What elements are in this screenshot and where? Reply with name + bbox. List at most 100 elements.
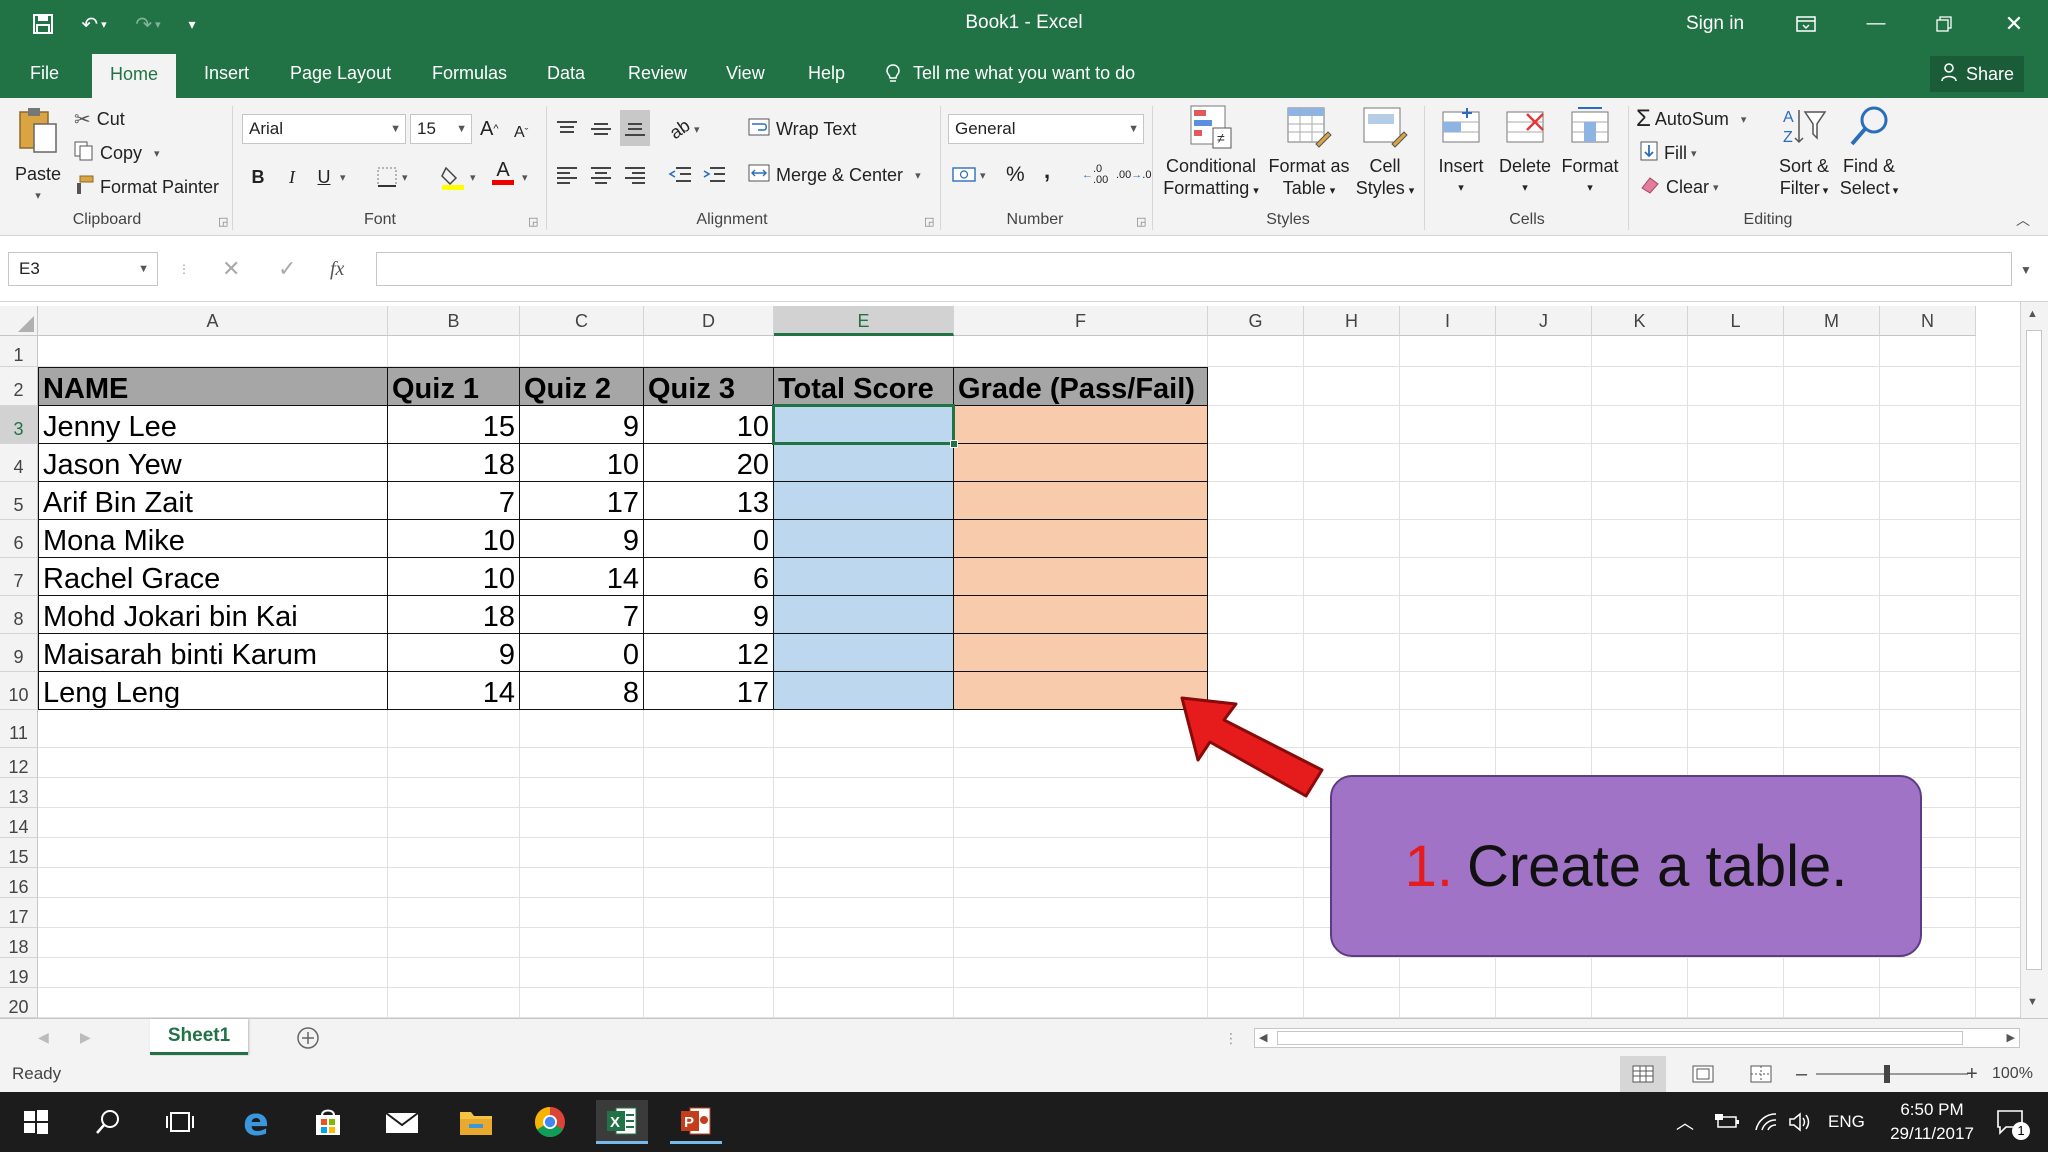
decrease-decimal-icon[interactable]: .00 → .0 [1116,160,1151,190]
percent-button[interactable]: % [1006,160,1025,190]
decrease-indent-icon[interactable] [668,160,692,190]
cell-quiz2[interactable]: 14 [520,558,644,596]
cancel-entry-icon[interactable]: ✕ [222,252,240,286]
expand-formula-bar-icon[interactable]: ▼ [2020,260,2032,280]
chrome-icon[interactable] [524,1100,576,1144]
column-header-m[interactable]: M [1784,306,1880,336]
cell-name[interactable]: Jason Yew [38,444,388,482]
row-header-4[interactable]: 4 [0,444,38,482]
row-header-12[interactable]: 12 [0,748,38,778]
cell-quiz1[interactable]: 14 [388,672,520,710]
clock[interactable]: 6:50 PM 29/11/2017 [1880,1092,1984,1152]
cell-grade[interactable] [954,406,1208,444]
cell-quiz3[interactable]: 17 [644,672,774,710]
delete-cells-button[interactable]: Delete ▾ [1494,104,1556,199]
cell-total-score[interactable] [774,634,954,672]
column-header-h[interactable]: H [1304,306,1400,336]
cell-grade[interactable] [954,596,1208,634]
prev-sheet-icon[interactable]: ◀ [38,1027,49,1047]
tab-data[interactable]: Data [543,48,589,98]
align-top-icon[interactable] [556,114,578,144]
zoom-in-icon[interactable]: + [1966,1056,1978,1092]
share-button[interactable]: Share [1930,56,2024,92]
confirm-entry-icon[interactable]: ✓ [278,252,296,286]
close-icon[interactable]: ✕ [1990,0,2038,48]
alignment-launcher-icon[interactable]: ◲ [924,215,934,228]
powerpoint-icon[interactable]: P [670,1100,722,1144]
underline-button[interactable]: U [314,162,334,192]
cell-quiz1[interactable]: 10 [388,520,520,558]
cell-total-score[interactable] [774,520,954,558]
zoom-slider-thumb[interactable] [1884,1065,1890,1083]
row-header-6[interactable]: 6 [0,520,38,558]
align-center-icon[interactable] [590,160,612,190]
restore-icon[interactable] [1920,0,1968,48]
copy-button[interactable]: Copy ▾ [74,140,160,166]
insert-function-button[interactable]: fx [330,252,344,286]
file-explorer-icon[interactable] [450,1100,502,1144]
select-all-corner[interactable] [0,306,38,336]
tab-view[interactable]: View [722,48,769,98]
format-cells-button[interactable]: Format ▾ [1558,104,1622,199]
new-sheet-icon[interactable] [296,1025,320,1051]
row-header-11[interactable]: 11 [0,710,38,748]
tray-chevron-icon[interactable]: ︿ [1676,1092,1694,1152]
column-header-d[interactable]: D [644,306,774,336]
row-header-19[interactable]: 19 [0,958,38,988]
fill-handle[interactable] [950,440,958,448]
borders-icon[interactable]: ▾ [376,162,408,192]
page-layout-view-icon[interactable] [1692,1056,1714,1092]
align-right-icon[interactable] [624,160,646,190]
clipboard-launcher-icon[interactable]: ◲ [218,215,228,228]
cell-quiz1[interactable]: 18 [388,596,520,634]
conditional-formatting-button[interactable]: ≠ Conditional Formatting ▾ [1160,104,1262,202]
mail-icon[interactable] [376,1100,428,1144]
number-launcher-icon[interactable]: ◲ [1136,215,1146,228]
active-cell-selection[interactable] [772,404,955,445]
cell-quiz3[interactable]: 0 [644,520,774,558]
column-header-g[interactable]: G [1208,306,1304,336]
column-header-k[interactable]: K [1592,306,1688,336]
column-header-a[interactable]: A [38,306,388,336]
cell-grade[interactable] [954,444,1208,482]
tab-help[interactable]: Help [804,48,849,98]
cell-quiz1[interactable]: 15 [388,406,520,444]
edge-icon[interactable]: e [230,1100,282,1144]
row-header-14[interactable]: 14 [0,808,38,838]
column-header-n[interactable]: N [1880,306,1976,336]
cell-quiz2[interactable]: 9 [520,520,644,558]
vertical-scroll-thumb[interactable] [2026,330,2042,970]
font-launcher-icon[interactable]: ◲ [528,215,538,228]
cell-name[interactable]: Arif Bin Zait [38,482,388,520]
row-header-8[interactable]: 8 [0,596,38,634]
paste-button[interactable]: Paste ▾ [10,106,66,207]
cell-quiz1[interactable]: 7 [388,482,520,520]
formula-input[interactable] [376,252,2012,286]
insert-cells-button[interactable]: Insert ▾ [1432,104,1490,199]
orientation-icon[interactable]: ab ▾ [666,114,700,144]
cut-button[interactable]: ✂ Cut [74,106,125,132]
zoom-slider[interactable] [1816,1073,1968,1075]
cell-quiz3[interactable]: 13 [644,482,774,520]
cell-total-score[interactable] [774,558,954,596]
decrease-font-icon[interactable]: Aˇ [514,120,528,146]
scroll-down-icon[interactable]: ▼ [2027,996,2038,1008]
underline-dropdown-icon[interactable]: ▾ [340,164,346,190]
cell-quiz3[interactable]: 20 [644,444,774,482]
row-header-10[interactable]: 10 [0,672,38,710]
font-color-icon[interactable]: A [492,160,514,192]
cell-grade[interactable] [954,558,1208,596]
header-cell-a[interactable]: NAME [38,367,388,406]
collapse-ribbon-icon[interactable]: ︿ [2016,210,2030,230]
sort-filter-button[interactable]: AZ Sort & Filter ▾ [1770,104,1838,202]
cell-total-score[interactable] [774,672,954,710]
row-header-5[interactable]: 5 [0,482,38,520]
cell-quiz2[interactable]: 0 [520,634,644,672]
cell-total-score[interactable] [774,482,954,520]
cell-grade[interactable] [954,482,1208,520]
fill-color-icon[interactable]: ▾ [440,162,476,192]
language-indicator[interactable]: ENG [1828,1092,1865,1152]
horizontal-scroll-thumb[interactable] [1277,1031,1963,1045]
cell-quiz2[interactable]: 10 [520,444,644,482]
cell-name[interactable]: Jenny Lee [38,406,388,444]
